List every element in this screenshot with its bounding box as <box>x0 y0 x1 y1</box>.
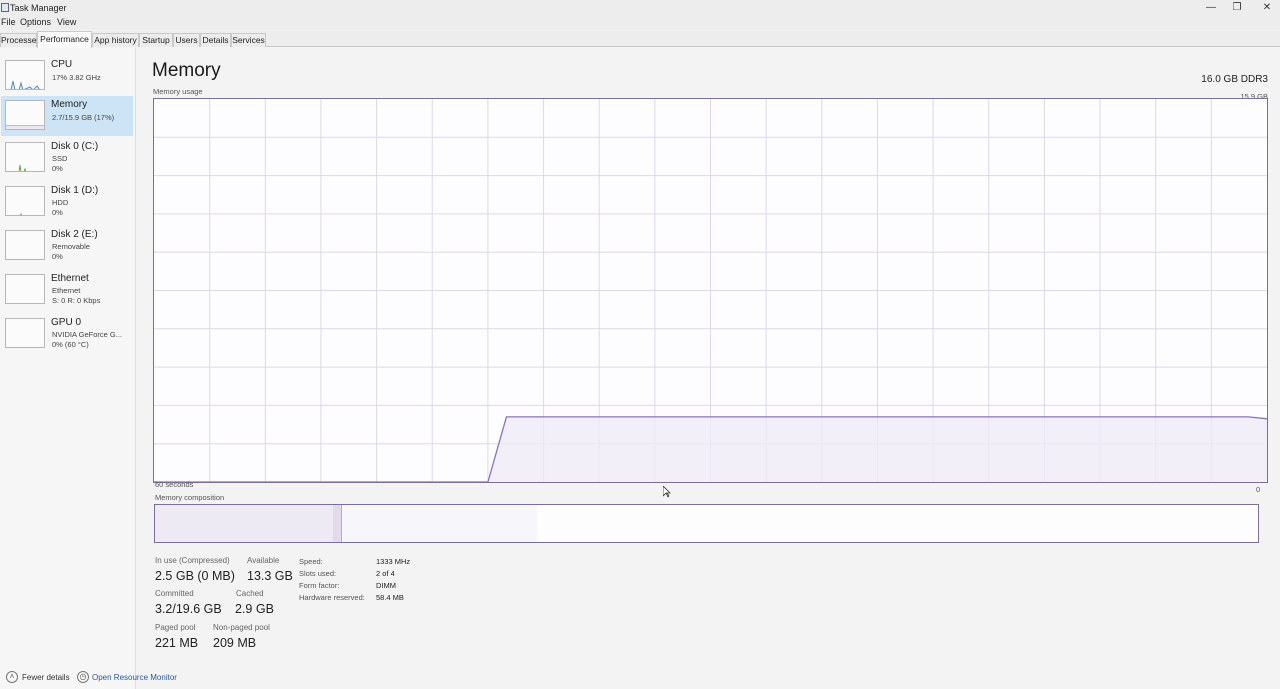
sidebar-item-disk1[interactable]: Disk 1 (D:) HDD 0% <box>1 182 133 222</box>
tab-bar: Processes Performance App history Startu… <box>0 31 1280 48</box>
form-factor-label: Form factor: <box>299 581 340 590</box>
in-use-label: In use (Compressed) <box>155 556 230 565</box>
sidebar-item-title: CPU <box>51 59 73 70</box>
sidebar-item-title: Disk 0 (C:) <box>51 141 99 152</box>
form-factor-value: DIMM <box>376 581 396 590</box>
sidebar-item-ethernet[interactable]: Ethernet Ethernet S: 0 R: 0 Kbps <box>1 270 133 310</box>
paged-pool-value: 221 MB <box>155 636 199 650</box>
sidebar-item-title: Disk 1 (D:) <box>51 185 99 196</box>
sidebar-item-type: Ethernet <box>52 286 81 295</box>
committed-label: Committed <box>155 589 194 598</box>
sidebar-item-title: GPU 0 <box>51 317 82 328</box>
memory-composition-bar <box>154 504 1259 543</box>
disk0-thumbnail-svg <box>18 164 27 171</box>
open-resource-monitor-link[interactable]: Open Resource Monitor <box>92 673 177 682</box>
sidebar-item-detail: 17% 3.82 GHz <box>52 73 101 82</box>
in-use-value: 2.5 GB (0 MB) <box>155 569 235 583</box>
sidebar-item-detail: 0% (60 °C) <box>52 340 89 349</box>
menu-file[interactable]: File <box>1 17 16 27</box>
available-label: Available <box>247 556 280 565</box>
menu-bar: File Options View <box>0 16 1280 30</box>
sidebar-item-type: HDD <box>52 198 69 207</box>
memory-usage-label: Memory usage <box>153 87 203 96</box>
composition-in-use <box>155 505 333 542</box>
disk1-thumbnail-graph <box>5 186 45 216</box>
tab-details[interactable]: Details <box>200 33 231 47</box>
performance-sidebar: CPU 17% 3.82 GHz Memory 2.7/15.9 GB (17%… <box>0 48 136 689</box>
sidebar-item-memory[interactable]: Memory 2.7/15.9 GB (17%) <box>1 96 133 136</box>
committed-value: 3.2/19.6 GB <box>155 602 222 616</box>
menu-options[interactable]: Options <box>20 17 51 27</box>
cpu-thumbnail-graph <box>5 60 45 90</box>
sidebar-item-disk2[interactable]: Disk 2 (E:) Removable 0% <box>1 226 133 266</box>
restore-button[interactable]: ❐ <box>1222 1 1252 15</box>
memory-composition-label: Memory composition <box>155 493 225 502</box>
disk1-thumbnail-svg <box>19 212 23 215</box>
disk0-thumbnail-graph <box>5 142 45 172</box>
sidebar-item-cpu[interactable]: CPU 17% 3.82 GHz <box>1 56 133 96</box>
sidebar-item-type: NVIDIA GeForce G... <box>52 330 123 339</box>
non-paged-pool-label: Non-paged pool <box>213 623 270 632</box>
composition-standby <box>342 505 537 542</box>
tab-processes[interactable]: Processes <box>0 33 41 47</box>
menu-view[interactable]: View <box>57 17 76 27</box>
sidebar-item-disk0[interactable]: Disk 0 (C:) SSD 0% <box>1 138 133 178</box>
gpu0-thumbnail-graph <box>5 318 45 348</box>
tab-services[interactable]: Services <box>231 33 266 47</box>
paged-pool-label: Paged pool <box>155 623 196 632</box>
window-title: Task Manager <box>10 3 67 13</box>
speed-label: Speed: <box>299 557 323 566</box>
close-button[interactable]: ✕ <box>1252 1 1280 15</box>
ethernet-thumbnail-graph <box>5 274 45 304</box>
sidebar-item-gpu0[interactable]: GPU 0 NVIDIA GeForce G... 0% (60 °C) <box>1 314 133 354</box>
memory-usage-chart <box>154 99 1267 482</box>
slots-used-label: Slots used: <box>299 569 337 578</box>
sidebar-item-detail: 0% <box>52 164 63 173</box>
footer: ˄ Fewer details ◷ Open Resource Monitor <box>0 668 1280 689</box>
cpu-thumbnail-svg <box>10 80 40 89</box>
sidebar-item-title: Memory <box>51 99 88 110</box>
non-paged-pool-value: 209 MB <box>213 636 257 650</box>
title-bar: Task Manager — ❐ ✕ <box>0 0 1280 16</box>
available-value: 13.3 GB <box>247 569 293 583</box>
graph-zero-label: 0 <box>1256 485 1261 494</box>
memory-thumbnail-graph <box>5 100 45 130</box>
speed-value: 1333 MHz <box>376 557 411 566</box>
memory-thumbnail-svg <box>6 125 44 129</box>
chevron-up-icon[interactable]: ˄ <box>6 671 18 683</box>
sidebar-item-detail: S: 0 R: 0 Kbps <box>52 296 101 305</box>
resource-monitor-icon[interactable]: ◷ <box>77 671 89 683</box>
tab-users[interactable]: Users <box>173 33 200 47</box>
memory-usage-graph <box>153 98 1268 483</box>
disk2-thumbnail-graph <box>5 230 45 260</box>
hardware-reserved-value: 58.4 MB <box>376 593 404 602</box>
sidebar-item-detail: 0% <box>52 208 63 217</box>
sidebar-item-title: Disk 2 (E:) <box>51 229 98 240</box>
fewer-details-link[interactable]: Fewer details <box>22 673 70 682</box>
composition-modified <box>333 505 341 542</box>
cached-value: 2.9 GB <box>235 602 274 616</box>
cached-label: Cached <box>236 589 264 598</box>
tab-performance[interactable]: Performance <box>37 31 92 48</box>
sidebar-item-type: Removable <box>52 242 90 251</box>
slots-used-value: 2 of 4 <box>376 569 395 578</box>
sidebar-item-type: SSD <box>52 154 68 163</box>
task-manager-icon <box>1 3 9 12</box>
time-span-label: 60 seconds <box>155 480 194 489</box>
tab-app-history[interactable]: App history <box>92 33 139 47</box>
sidebar-item-detail: 0% <box>52 252 63 261</box>
hardware-reserved-label: Hardware reserved: <box>299 593 365 602</box>
sidebar-item-title: Ethernet <box>51 273 89 284</box>
sidebar-item-detail: 2.7/15.9 GB (17%) <box>52 113 115 122</box>
page-title: Memory <box>152 60 221 81</box>
tab-startup[interactable]: Startup <box>139 33 173 47</box>
memory-spec: 16.0 GB DDR3 <box>1201 74 1268 85</box>
composition-free <box>537 505 1258 542</box>
mouse-cursor-icon <box>663 486 671 498</box>
